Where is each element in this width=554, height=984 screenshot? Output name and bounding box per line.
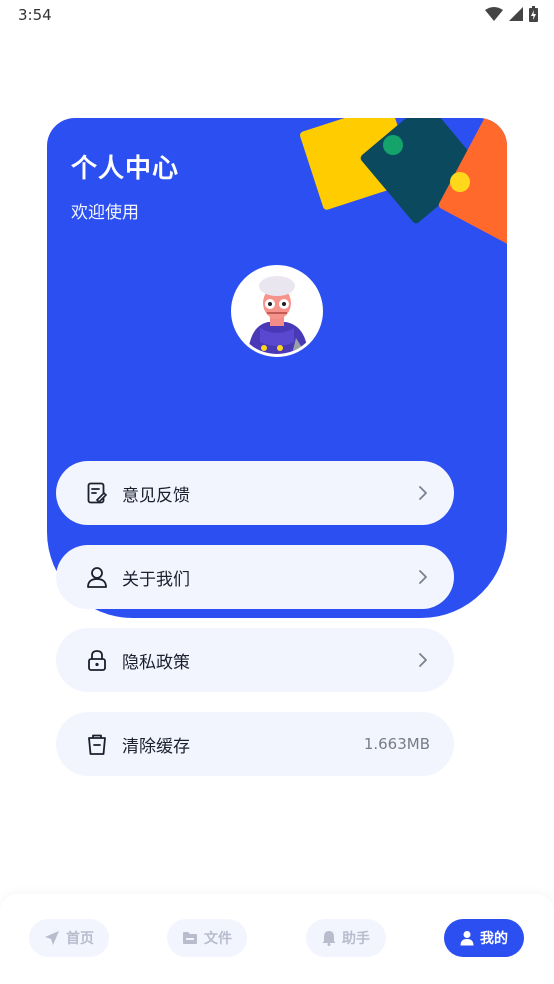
tab-files[interactable]: 文件 bbox=[167, 919, 247, 957]
avatar[interactable] bbox=[231, 265, 323, 357]
menu-item-label: 意见反馈 bbox=[122, 485, 190, 506]
tab-label: 首页 bbox=[66, 931, 94, 947]
tab-mine[interactable]: 我的 bbox=[444, 919, 524, 957]
lock-icon bbox=[86, 649, 108, 671]
tab-label: 助手 bbox=[342, 931, 370, 947]
menu-item-label: 关于我们 bbox=[122, 569, 190, 590]
avatar-character-image bbox=[234, 268, 320, 354]
status-time: 3:54 bbox=[18, 6, 52, 24]
tab-assistant[interactable]: 助手 bbox=[306, 919, 386, 957]
person-icon bbox=[460, 931, 474, 946]
page-title: 个人中心 bbox=[71, 154, 180, 184]
tab-label: 文件 bbox=[204, 931, 232, 947]
chevron-right-icon bbox=[416, 570, 430, 584]
chevron-right-icon bbox=[416, 486, 430, 500]
wifi-icon bbox=[485, 7, 503, 21]
decorative-shapes bbox=[300, 118, 507, 251]
page-subtitle: 欢迎使用 bbox=[71, 203, 139, 223]
cache-size-value: 1.663MB bbox=[363, 735, 430, 753]
battery-icon bbox=[529, 6, 538, 22]
profile-card: 个人中心 欢迎使用 bbox=[47, 118, 507, 618]
trash-icon bbox=[86, 733, 108, 755]
tab-home[interactable]: 首页 bbox=[29, 919, 109, 957]
menu-item-privacy-policy[interactable]: 隐私政策 bbox=[56, 628, 454, 692]
menu-item-clear-cache[interactable]: 清除缓存 1.663MB bbox=[56, 712, 454, 776]
menu-item-label: 隐私政策 bbox=[122, 652, 190, 673]
menu-item-label: 清除缓存 bbox=[122, 736, 190, 757]
chevron-right-icon bbox=[416, 653, 430, 667]
signal-icon bbox=[509, 7, 523, 21]
status-bar: 3:54 bbox=[0, 0, 554, 30]
user-icon bbox=[86, 566, 108, 588]
feedback-icon bbox=[86, 482, 108, 504]
bell-icon bbox=[322, 931, 336, 946]
tab-label: 我的 bbox=[480, 931, 508, 947]
menu-item-about-us[interactable]: 关于我们 bbox=[56, 545, 454, 609]
menu-item-feedback[interactable]: 意见反馈 bbox=[56, 461, 454, 525]
send-icon bbox=[45, 931, 59, 945]
folder-icon bbox=[183, 932, 197, 944]
status-icons bbox=[485, 6, 538, 22]
bottom-navigation: 首页 文件 助手 我的 bbox=[0, 894, 554, 984]
